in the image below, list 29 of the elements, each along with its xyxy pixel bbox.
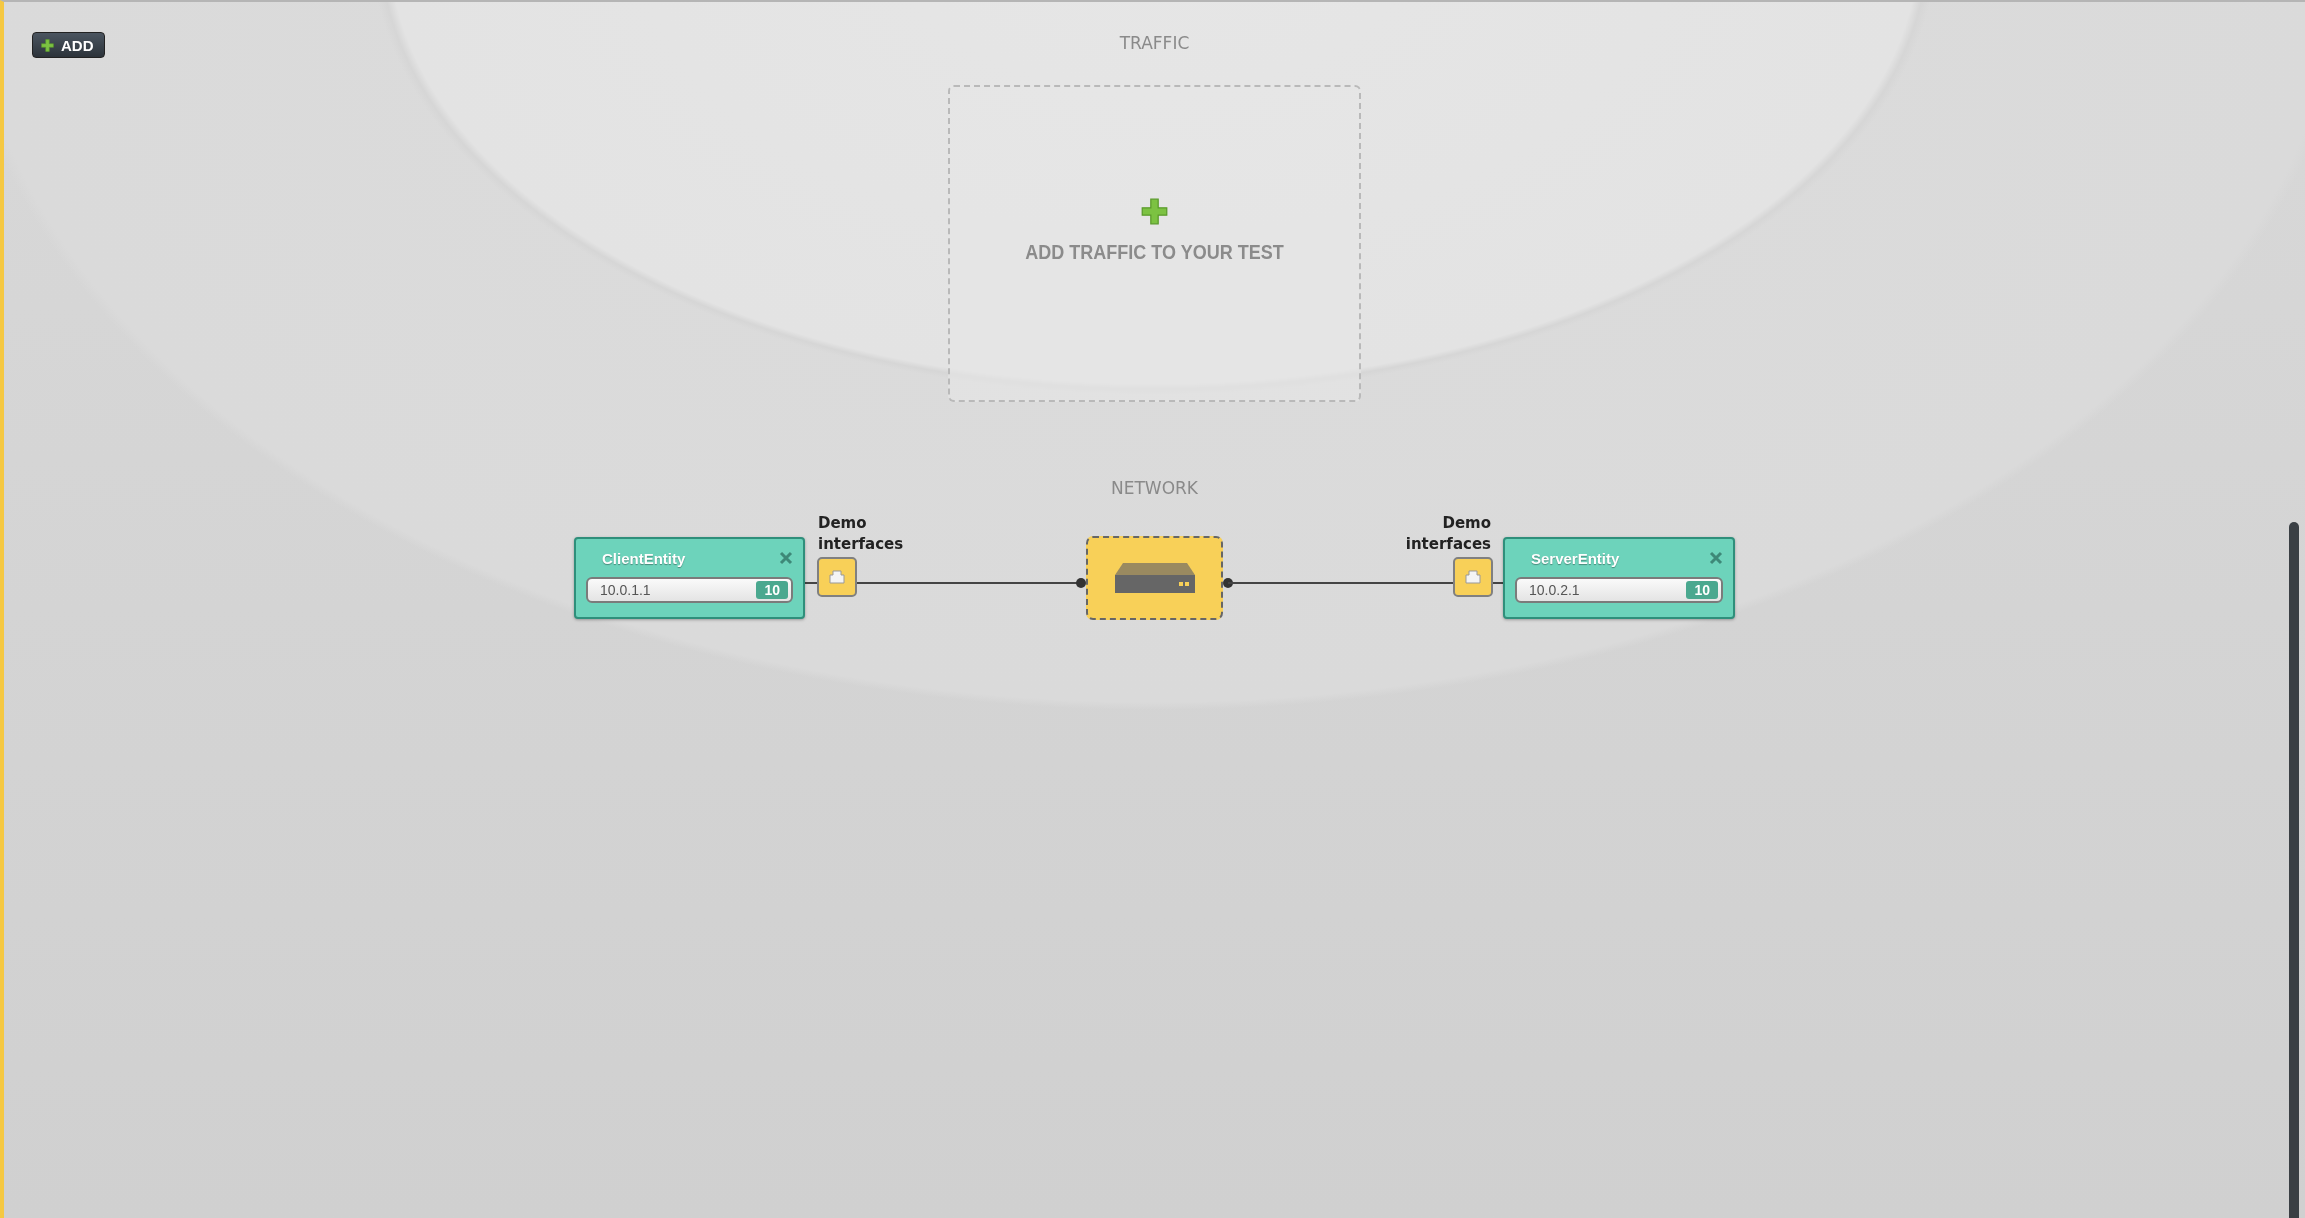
plus-icon [1141, 197, 1168, 225]
ethernet-port-icon [1465, 570, 1481, 584]
connector-line [804, 582, 818, 584]
close-icon[interactable] [1709, 551, 1723, 565]
address-field[interactable]: 10.0.2.1 10 [1515, 577, 1723, 603]
switch-icon [1112, 561, 1197, 595]
port-label: Demo interfaces [1404, 513, 1491, 555]
entity-card[interactable]: ClientEntity 10.0.1.1 10 [574, 537, 805, 619]
add-traffic-prompt: ADD TRAFFIC TO YOUR TEST [1025, 240, 1284, 264]
plus-icon [41, 38, 54, 52]
connector-line [1492, 582, 1504, 584]
ip-address: 10.0.2.1 [1529, 582, 1580, 598]
ip-address: 10.0.1.1 [600, 582, 651, 598]
interface-port[interactable] [1453, 557, 1493, 597]
interface-port[interactable] [817, 557, 857, 597]
count-badge: 10 [1686, 581, 1718, 599]
scrollbar-thumb[interactable] [2289, 522, 2299, 1218]
ethernet-port-icon [829, 570, 845, 584]
section-title: NETWORK [1111, 478, 1198, 500]
section-title: TRAFFIC [1119, 33, 1190, 55]
entity-name: ServerEntity [1531, 549, 1620, 567]
port-label: Demo interfaces [818, 513, 905, 555]
network-device[interactable] [1086, 536, 1223, 620]
entity-card[interactable]: ServerEntity 10.0.2.1 10 [1503, 537, 1735, 619]
add-button[interactable]: ADD [32, 32, 105, 58]
entity-name: ClientEntity [602, 549, 686, 567]
address-field[interactable]: 10.0.1.1 10 [586, 577, 793, 603]
close-icon[interactable] [779, 551, 793, 565]
count-badge: 10 [756, 581, 788, 599]
